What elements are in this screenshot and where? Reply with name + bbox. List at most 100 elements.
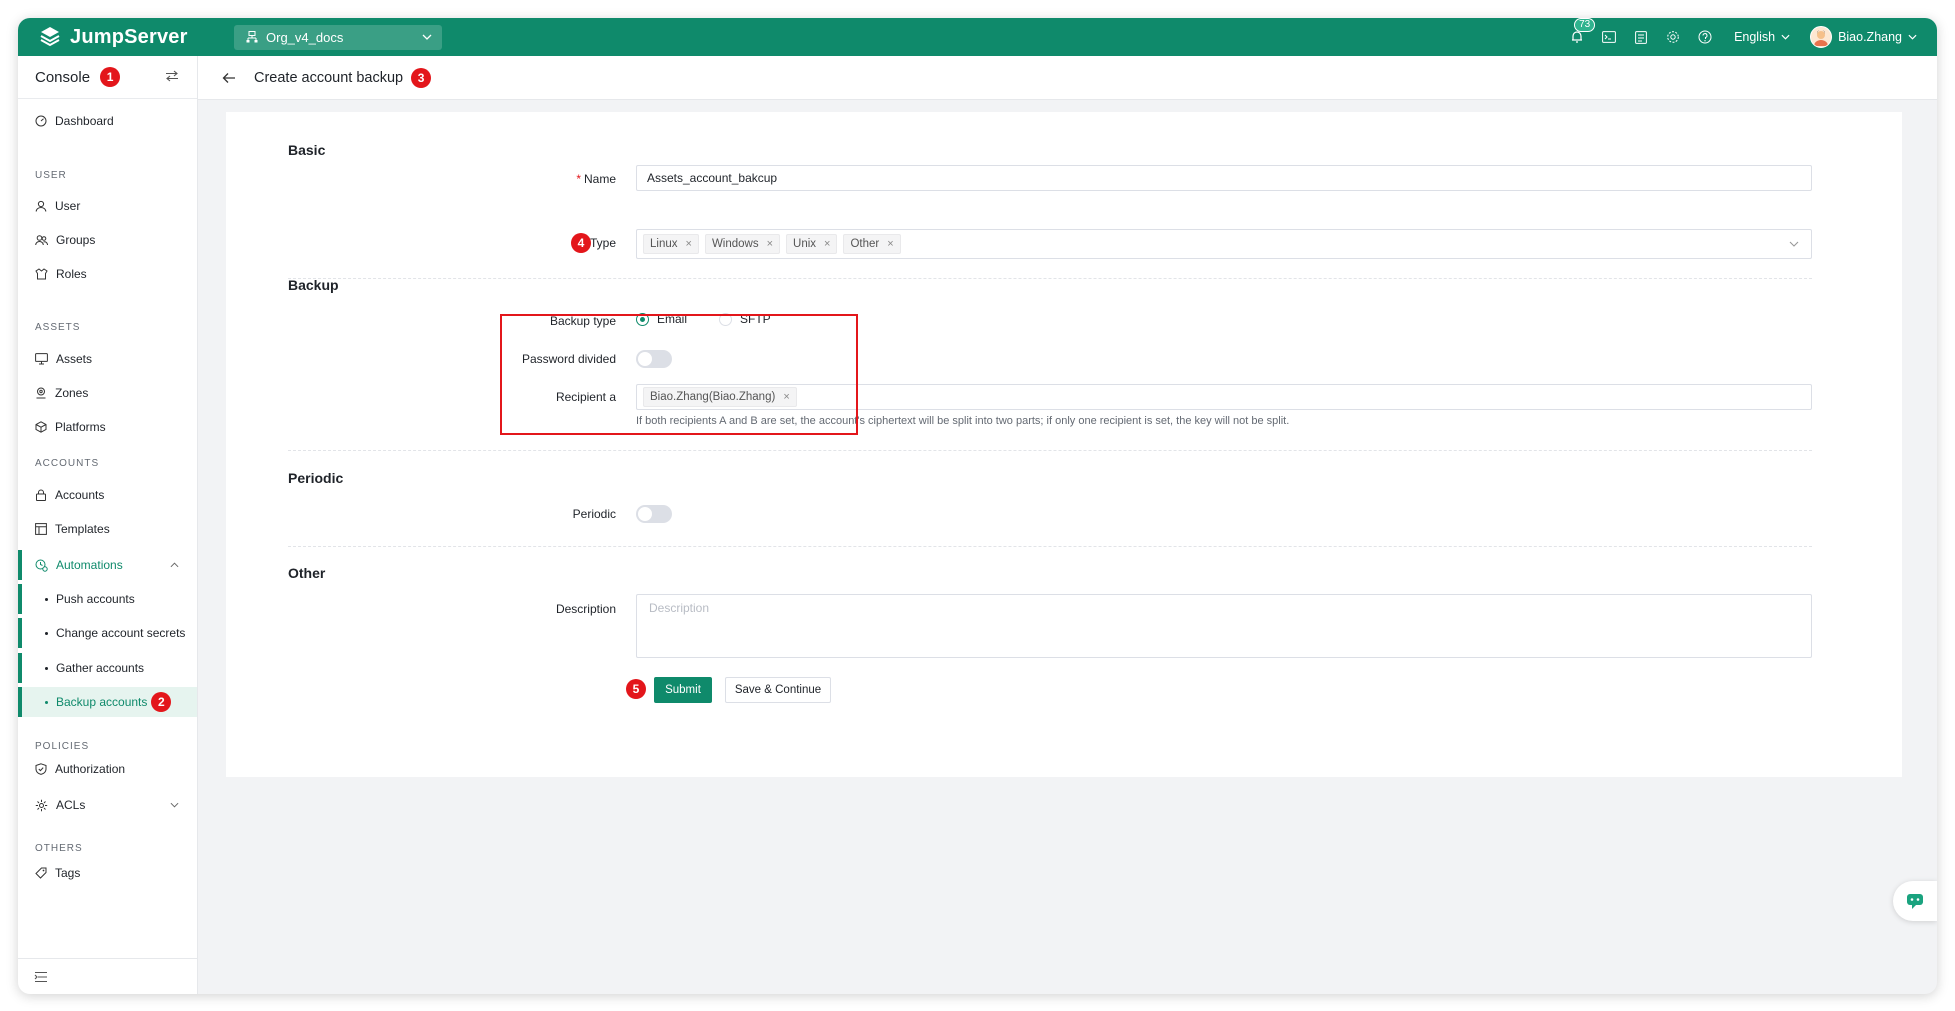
form-card: Basic * Name Assets_account_bakcup 4 Type…: [226, 112, 1902, 777]
sidebar-subitem-change-secrets[interactable]: Change account secrets: [18, 618, 197, 648]
acl-icon: [35, 799, 48, 811]
step-marker-3: 3: [411, 67, 432, 88]
template-icon: [35, 523, 47, 535]
sidebar-item-label: Dashboard: [55, 114, 114, 128]
location-icon: [36, 387, 46, 399]
sidebar-item-label: User: [55, 199, 81, 213]
chevron-down-icon: [1789, 241, 1799, 247]
sidebar-item-zones[interactable]: Zones: [18, 378, 197, 408]
chevron-down-icon: [422, 34, 432, 40]
description-textarea[interactable]: Description: [636, 594, 1812, 658]
name-label-text: Name: [583, 172, 616, 186]
section-policies: POLICIES: [35, 741, 90, 752]
name-input[interactable]: Assets_account_bakcup: [636, 165, 1812, 191]
app-window: JumpServer Org_v4_docs 73 English Biao.Z…: [18, 18, 1937, 994]
sidebar-item-label: Roles: [56, 267, 87, 281]
section-backup-title: Backup: [288, 277, 339, 293]
back-arrow-icon[interactable]: [222, 72, 236, 84]
sidebar-subitem-push-accounts[interactable]: Push accounts: [18, 584, 197, 614]
sidebar-subitem-gather-accounts[interactable]: Gather accounts: [18, 653, 197, 683]
close-icon[interactable]: ×: [824, 238, 830, 250]
roles-icon: [35, 268, 48, 280]
sidebar-item-accounts[interactable]: Accounts: [18, 480, 197, 510]
sidebar-item-roles[interactable]: Roles: [18, 259, 197, 289]
automation-icon: [35, 559, 48, 572]
cube-icon: [35, 421, 47, 433]
sidebar-item-tags[interactable]: Tags: [18, 858, 197, 888]
sidebar-item-platforms[interactable]: Platforms: [18, 412, 197, 442]
sidebar-item-acls[interactable]: ACLs: [18, 790, 197, 820]
bullet-icon: [45, 597, 48, 601]
monitor-icon: [35, 353, 48, 365]
sidebar-item-groups[interactable]: Groups: [18, 225, 197, 255]
language-select[interactable]: English: [1734, 30, 1790, 44]
sidebar-item-templates[interactable]: Templates: [18, 514, 197, 544]
shield-icon: [35, 763, 47, 775]
sidebar-item-label: Change account secrets: [56, 626, 186, 640]
step-marker-5: 5: [626, 679, 646, 699]
tag-label: Unix: [793, 238, 817, 250]
section-divider: [288, 546, 1812, 547]
notifications-button[interactable]: 73: [1568, 18, 1596, 46]
section-periodic-title: Periodic: [288, 470, 344, 486]
save-continue-button[interactable]: Save & Continue: [725, 677, 831, 703]
notification-count-badge: 73: [1574, 18, 1596, 32]
periodic-switch[interactable]: [636, 505, 672, 523]
help-icon: [1698, 30, 1712, 44]
sidebar-item-label: Gather accounts: [56, 661, 145, 675]
terminal-button[interactable]: [1600, 28, 1618, 46]
step-marker-1: 1: [100, 67, 121, 87]
section-others: OTHERS: [35, 843, 83, 854]
section-assets: ASSETS: [35, 322, 81, 333]
type-select[interactable]: Linux × Windows × Unix × Other ×: [636, 229, 1812, 259]
sidebar-item-user[interactable]: User: [18, 191, 197, 221]
type-tag-linux[interactable]: Linux ×: [643, 234, 699, 254]
close-icon[interactable]: ×: [767, 238, 773, 250]
clipboard-icon: [1635, 31, 1647, 44]
username: Biao.Zhang: [1838, 30, 1902, 44]
section-other-title: Other: [288, 565, 326, 581]
sidebar-item-automations[interactable]: Automations: [18, 550, 197, 580]
submit-button[interactable]: Submit: [654, 677, 712, 703]
bullet-icon: [45, 700, 48, 704]
top-bar: JumpServer Org_v4_docs 73 English Biao.Z…: [18, 18, 1937, 56]
sidebar-item-label: Authorization: [55, 762, 126, 776]
console-title: Console: [35, 68, 91, 86]
groups-icon: [35, 235, 48, 246]
chevron-down-icon: [1781, 34, 1790, 40]
type-tag-windows[interactable]: Windows ×: [704, 234, 781, 254]
org-name: Org_v4_docs: [266, 29, 344, 45]
sidebar-item-label: Platforms: [55, 420, 106, 434]
close-icon[interactable]: ×: [686, 238, 692, 250]
sidebar-item-authorization[interactable]: Authorization: [18, 754, 197, 784]
highlight-box: [500, 314, 858, 435]
section-user: USER: [35, 170, 67, 181]
dashboard-icon: [35, 115, 47, 127]
settings-button[interactable]: [1664, 28, 1682, 46]
org-select[interactable]: Org_v4_docs: [234, 24, 442, 50]
brand-logo[interactable]: JumpServer: [18, 25, 216, 49]
tickets-button[interactable]: [1632, 28, 1650, 46]
section-divider: [288, 450, 1812, 451]
close-icon[interactable]: ×: [887, 238, 893, 250]
type-tag-other[interactable]: Other ×: [843, 234, 901, 254]
lock-icon: [36, 489, 46, 501]
help-button[interactable]: [1696, 28, 1714, 46]
section-divider: [288, 278, 1812, 279]
switch-view-icon[interactable]: [165, 70, 179, 82]
section-basic-title: Basic: [288, 142, 326, 158]
terminal-icon: [1602, 31, 1616, 43]
section-accounts: ACCOUNTS: [35, 458, 100, 469]
sidebar: Console 1 Dashboard USER User Groups Rol…: [18, 56, 198, 994]
sidebar-item-dashboard[interactable]: Dashboard: [18, 106, 197, 136]
chat-assistant-button[interactable]: [1893, 881, 1937, 921]
sidebar-collapse-button[interactable]: [18, 958, 197, 994]
user-menu[interactable]: Biao.Zhang: [1810, 26, 1917, 48]
sidebar-item-label: Templates: [55, 522, 110, 536]
sidebar-subitem-backup-accounts[interactable]: Backup accounts 2: [18, 687, 197, 717]
tag-icon: [35, 867, 47, 879]
sidebar-item-assets[interactable]: Assets: [18, 344, 197, 374]
type-tag-unix[interactable]: Unix ×: [786, 234, 838, 254]
sidebar-item-label: Backup accounts: [56, 695, 148, 709]
console-header: Console 1: [18, 56, 197, 99]
